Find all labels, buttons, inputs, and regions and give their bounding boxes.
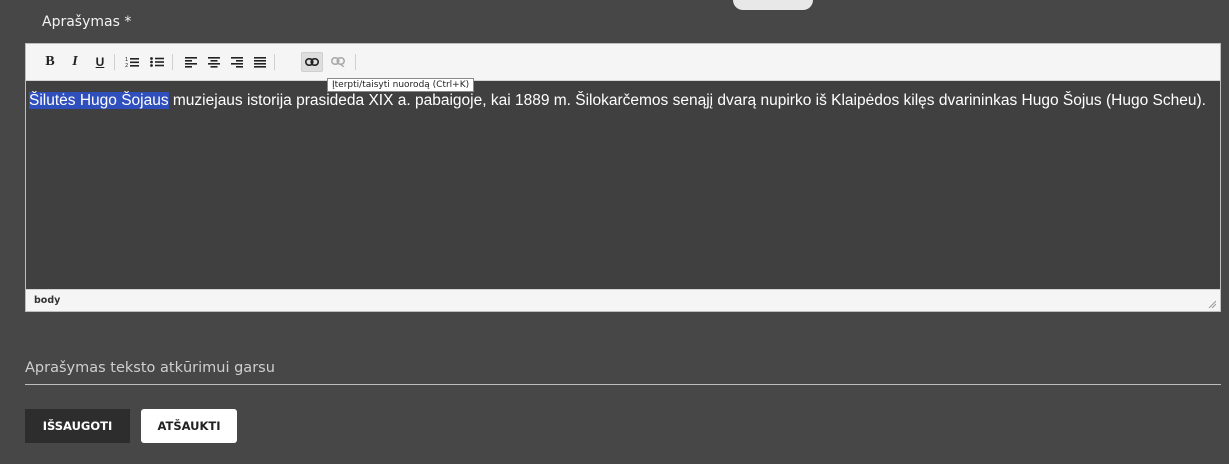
toolbar-separator bbox=[355, 54, 356, 70]
link-tooltip: Įterpti/taisyti nuorodą (Ctrl+K) bbox=[327, 78, 475, 92]
insert-link-button[interactable] bbox=[301, 52, 323, 72]
bold-button[interactable]: B bbox=[40, 52, 60, 72]
underline-button[interactable]: U bbox=[90, 52, 110, 72]
toolbar-separator bbox=[172, 54, 173, 70]
description-label: Aprašymas * bbox=[42, 14, 132, 30]
editor-toolbar: B I U 1 2 bbox=[26, 44, 1220, 81]
selected-text: Šilutės Hugo Šojaus bbox=[29, 92, 169, 109]
audio-description-label[interactable]: Aprašymas teksto atkūrimui garsu bbox=[25, 360, 275, 376]
resize-grip-icon[interactable] bbox=[1208, 300, 1216, 308]
toolbar-separator bbox=[114, 54, 115, 70]
align-justify-icon bbox=[254, 56, 266, 68]
svg-text:2: 2 bbox=[125, 63, 128, 68]
save-button[interactable]: IŠSAUGOTI bbox=[25, 409, 130, 443]
unlink-icon bbox=[331, 57, 345, 67]
numbered-list-button[interactable]: 1 2 bbox=[122, 52, 142, 72]
toolbar-separator bbox=[274, 54, 275, 70]
align-center-button[interactable] bbox=[204, 52, 224, 72]
unlink-button[interactable] bbox=[328, 52, 348, 72]
cancel-button[interactable]: ATŠAUKTI bbox=[141, 409, 237, 443]
audio-description-input-underline bbox=[25, 384, 1221, 385]
italic-button[interactable]: I bbox=[65, 52, 85, 72]
numbered-list-icon: 1 2 bbox=[125, 57, 139, 68]
editor-statusbar: body bbox=[26, 289, 1220, 311]
align-right-icon bbox=[231, 56, 243, 68]
bulleted-list-button[interactable] bbox=[147, 52, 167, 72]
rich-text-editor: B I U 1 2 Įterpti/taisyti nuorodą (Ctrl+… bbox=[25, 43, 1221, 312]
align-left-button[interactable] bbox=[181, 52, 201, 72]
element-path[interactable]: body bbox=[34, 295, 60, 306]
align-center-icon bbox=[208, 56, 220, 68]
bulleted-list-icon bbox=[150, 57, 164, 67]
align-left-icon bbox=[185, 56, 197, 68]
top-decoration bbox=[733, 0, 813, 10]
link-icon bbox=[305, 58, 319, 66]
editor-content[interactable]: Šilutės Hugo Šojaus muziejaus istorija p… bbox=[26, 81, 1220, 289]
align-right-button[interactable] bbox=[227, 52, 247, 72]
editor-body-text: muziejaus istorija prasideda XIX a. paba… bbox=[168, 92, 1206, 109]
align-justify-button[interactable] bbox=[250, 52, 270, 72]
